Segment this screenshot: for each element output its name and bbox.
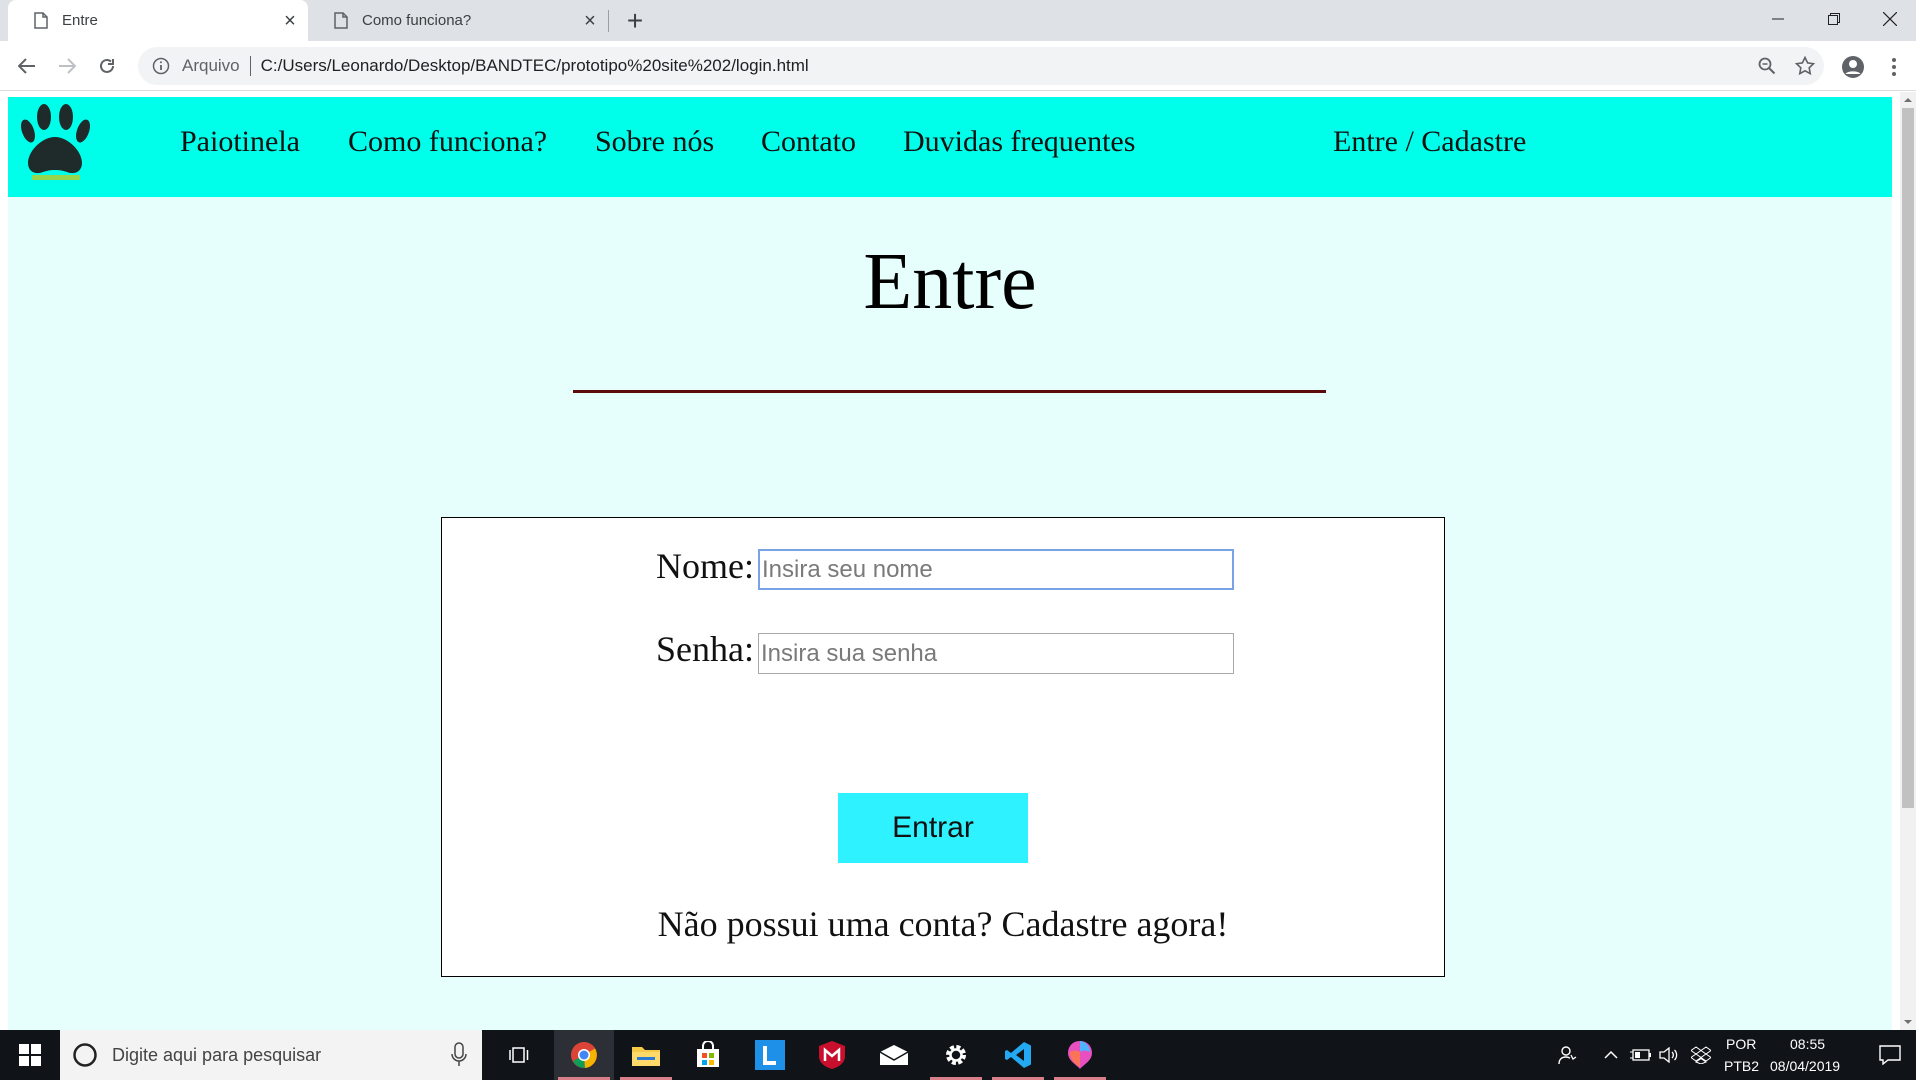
address-bar[interactable]: Arquivo C:/Users/Leonardo/Desktop/BANDTE… <box>138 47 1824 85</box>
signup-link[interactable]: Não possui uma conta? Cadastre agora! <box>442 903 1444 945</box>
battery-icon[interactable] <box>1630 1044 1652 1066</box>
more-menu-icon[interactable] <box>1882 50 1906 84</box>
keyboard-layout[interactable]: PTB2 <box>1724 1058 1759 1074</box>
search-placeholder: Digite aqui para pesquisar <box>112 1044 322 1065</box>
tab-como-funciona[interactable]: Como funciona? × <box>308 0 608 41</box>
scroll-up-arrow-icon[interactable] <box>1903 95 1913 105</box>
vscode-icon[interactable] <box>988 1030 1048 1080</box>
page-scrollbar[interactable] <box>1900 92 1916 1030</box>
password-label: Senha: <box>656 629 754 669</box>
page-viewport: Paiotinela Como funciona? Sobre nós Cont… <box>0 92 1916 1030</box>
bookmark-star-icon[interactable] <box>1786 51 1824 81</box>
entrar-button[interactable]: Entrar <box>838 793 1028 863</box>
browser-toolbar: Arquivo C:/Users/Leonardo/Desktop/BANDTE… <box>0 41 1916 91</box>
url-text[interactable]: C:/Users/Leonardo/Desktop/BANDTEC/protot… <box>261 56 809 76</box>
close-icon[interactable]: × <box>580 11 600 31</box>
people-icon[interactable] <box>1556 1044 1578 1066</box>
clock-time[interactable]: 08:55 <box>1790 1036 1825 1052</box>
zoom-icon[interactable] <box>1748 51 1786 81</box>
nav-link-contato[interactable]: Contato <box>761 125 856 159</box>
new-tab-plus-icon[interactable]: + <box>620 6 650 36</box>
file-explorer-icon[interactable] <box>616 1030 676 1080</box>
password-input[interactable] <box>758 633 1234 674</box>
login-form: Nome: Senha: Entrar Não possui uma conta… <box>441 517 1445 977</box>
tab-title: Entre <box>62 12 98 29</box>
windows-taskbar: Digite aqui para pesquisar POR PTB2 08:5… <box>0 1030 1916 1080</box>
dropbox-icon[interactable] <box>1690 1044 1712 1066</box>
tab-title: Como funciona? <box>362 12 472 29</box>
scroll-down-arrow-icon[interactable] <box>1903 1017 1913 1027</box>
task-view-icon[interactable] <box>496 1030 544 1080</box>
paint3d-icon[interactable] <box>1050 1030 1110 1080</box>
restore-icon[interactable] <box>1806 0 1862 38</box>
document-icon <box>334 12 348 29</box>
microphone-icon[interactable] <box>450 1042 468 1068</box>
reload-icon[interactable] <box>90 49 124 83</box>
chrome-icon[interactable] <box>554 1030 614 1080</box>
tab-divider <box>608 10 609 32</box>
store-icon[interactable] <box>678 1030 738 1080</box>
paw-logo-icon[interactable] <box>18 101 94 187</box>
clock-date[interactable]: 08/04/2019 <box>1770 1058 1840 1074</box>
name-input[interactable] <box>758 549 1234 590</box>
nav-link-duvidas-frequentes[interactable]: Duvidas frequentes <box>903 125 1135 159</box>
settings-icon[interactable] <box>926 1030 986 1080</box>
notification-center-icon[interactable] <box>1864 1030 1916 1080</box>
name-label: Nome: <box>656 546 754 586</box>
title-divider <box>573 390 1326 393</box>
taskbar-search-box[interactable]: Digite aqui para pesquisar <box>60 1030 482 1080</box>
tab-entre[interactable]: Entre × <box>8 0 308 41</box>
close-icon[interactable]: × <box>280 11 300 31</box>
profile-avatar-icon[interactable] <box>1836 50 1870 84</box>
page-title: Entre <box>863 238 1037 326</box>
url-scheme-label: Arquivo <box>182 56 240 75</box>
scrollbar-thumb[interactable] <box>1902 108 1914 808</box>
chevron-up-icon[interactable] <box>1600 1044 1622 1066</box>
cortana-circle-icon <box>73 1043 97 1067</box>
forward-arrow-icon[interactable] <box>50 49 84 83</box>
windows-start-icon[interactable] <box>0 1030 60 1080</box>
nav-link-entre-cadastre[interactable]: Entre / Cadastre <box>1333 125 1526 159</box>
mcafee-icon[interactable] <box>802 1030 862 1080</box>
nav-link-sobre-nos[interactable]: Sobre nós <box>595 125 714 159</box>
nav-link-como-funciona[interactable]: Como funciona? <box>348 125 547 159</box>
l-app-icon[interactable] <box>740 1030 800 1080</box>
volume-icon[interactable] <box>1658 1044 1680 1066</box>
site-navbar: Paiotinela Como funciona? Sobre nós Cont… <box>8 97 1892 197</box>
document-icon <box>34 12 48 29</box>
back-arrow-icon[interactable] <box>10 49 44 83</box>
language-code[interactable]: POR <box>1726 1036 1756 1052</box>
info-icon[interactable] <box>152 57 170 75</box>
close-window-icon[interactable] <box>1862 0 1916 38</box>
login-page: Paiotinela Como funciona? Sobre nós Cont… <box>8 97 1892 1030</box>
browser-tab-strip: Entre × Como funciona? × + <box>0 0 1916 41</box>
minimize-icon[interactable] <box>1750 0 1806 38</box>
nav-link-paiotinela[interactable]: Paiotinela <box>180 125 300 159</box>
url-divider <box>249 56 251 76</box>
mail-icon[interactable] <box>864 1030 924 1080</box>
